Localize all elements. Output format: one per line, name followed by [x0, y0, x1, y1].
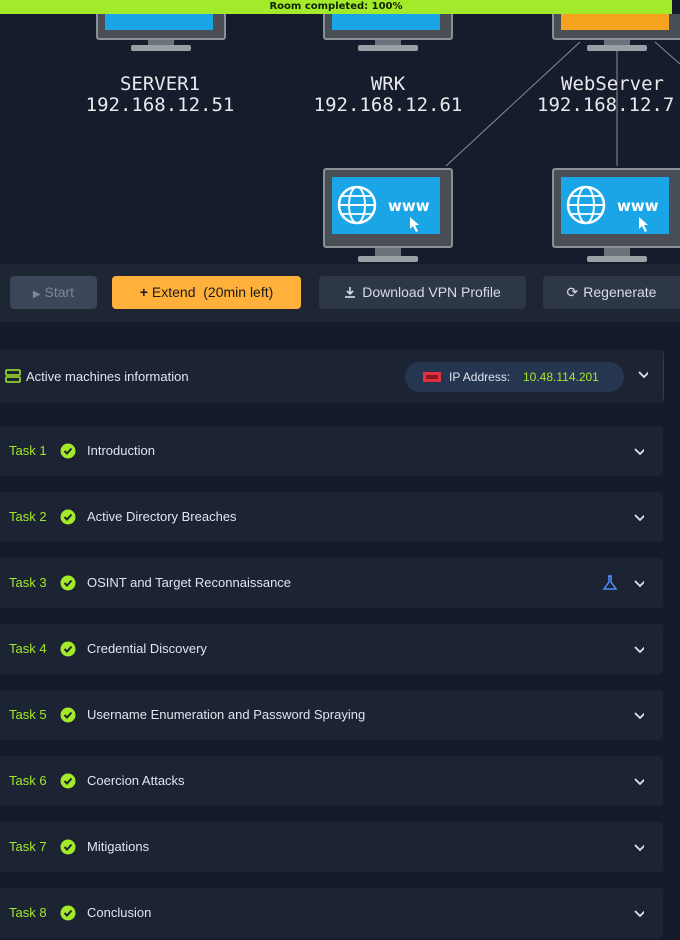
www-label: www	[617, 197, 659, 215]
task-row-2[interactable]: Task 2 Active Directory Breaches	[0, 492, 663, 542]
node-label-server1: SERVER1 192.168.12.51	[60, 74, 260, 116]
task-title: Active Directory Breaches	[87, 509, 237, 524]
task-title: Username Enumeration and Password Sprayi…	[87, 707, 366, 722]
check-circle-icon	[60, 707, 76, 723]
regen-label: Regenerate	[583, 284, 657, 300]
plus-icon: +	[139, 284, 148, 300]
room-completion-text: Room completed: 100%	[269, 1, 403, 12]
chevron-down-icon[interactable]	[634, 448, 644, 458]
node-label-webserver: WebServer 192.168.12.7	[537, 74, 680, 116]
check-circle-icon	[60, 443, 76, 459]
task-row-5[interactable]: Task 5 Username Enumeration and Password…	[0, 690, 663, 740]
active-machines-title: Active machines information	[26, 369, 189, 384]
start-button[interactable]: ▶ Start	[10, 276, 97, 309]
task-number: Task 5	[9, 707, 47, 722]
active-machines-card[interactable]: Active machines information IP Address: …	[0, 350, 664, 403]
wrk-monitor[interactable]	[323, 14, 453, 54]
ip-address-label: IP Address:	[449, 370, 511, 384]
task-row-4[interactable]: Task 4 Credential Discovery	[0, 624, 663, 674]
download-icon	[345, 287, 356, 298]
www-label: www	[388, 197, 430, 215]
regenerate-button[interactable]: ⟳ Regenerate	[543, 276, 680, 309]
room-completion-banner: Room completed: 100%	[0, 0, 672, 14]
check-circle-icon	[60, 773, 76, 789]
server1-monitor[interactable]	[96, 14, 226, 54]
extend-button[interactable]: + Extend (20min left)	[112, 276, 301, 309]
node-ip: 192.168.12.51	[85, 94, 235, 116]
flask-icon[interactable]	[602, 575, 618, 591]
webserver-monitor[interactable]	[552, 14, 680, 54]
download-vpn-button[interactable]: Download VPN Profile	[319, 276, 526, 309]
task-title: Coercion Attacks	[87, 773, 185, 788]
chevron-down-icon[interactable]	[634, 844, 644, 854]
node-ip: 192.168.12.61	[313, 94, 463, 116]
ip-address-badge[interactable]: IP Address: 10.48.114.201	[405, 362, 624, 392]
server-icon	[5, 369, 21, 383]
chevron-down-icon[interactable]	[634, 514, 644, 524]
node-name: SERVER1	[119, 73, 201, 95]
task-title: Mitigations	[87, 839, 150, 854]
check-circle-icon	[60, 575, 76, 591]
chevron-down-icon[interactable]	[634, 580, 644, 590]
task-title: Credential Discovery	[87, 641, 207, 656]
network-diagram: SERVER1 192.168.12.51 WRK 192.168.12.61 …	[0, 14, 680, 264]
play-icon: ▶	[32, 289, 41, 300]
ip-address-value: 10.48.114.201	[523, 370, 599, 384]
task-number: Task 8	[9, 905, 47, 920]
task-row-6[interactable]: Task 6 Coercion Attacks	[0, 756, 663, 806]
chevron-down-icon[interactable]	[634, 910, 644, 920]
check-circle-icon	[60, 509, 76, 525]
task-row-8[interactable]: Task 8 Conclusion	[0, 888, 663, 938]
task-number: Task 1	[9, 443, 47, 458]
check-circle-icon	[60, 641, 76, 657]
node-label-wrk: WRK 192.168.12.61	[288, 74, 488, 116]
network-card-icon	[423, 372, 441, 382]
extend-label: Extend (20min left)	[151, 284, 274, 300]
task-row-1[interactable]: Task 1 Introduction	[0, 426, 663, 476]
chevron-down-icon[interactable]	[634, 646, 644, 656]
task-title: Conclusion	[87, 905, 152, 920]
start-label: Start	[44, 284, 75, 300]
task-row-3[interactable]: Task 3 OSINT and Target Reconnaissance	[0, 558, 663, 608]
task-title: Introduction	[87, 443, 155, 458]
task-number: Task 4	[9, 641, 47, 656]
node-ip: 192.168.12.7	[537, 94, 675, 116]
vpn-label: Download VPN Profile	[362, 284, 501, 300]
task-number: Task 6	[9, 773, 47, 788]
task-number: Task 3	[9, 575, 47, 590]
task-number: Task 2	[9, 509, 47, 524]
chevron-down-icon[interactable]	[634, 778, 644, 788]
chevron-down-icon[interactable]	[638, 371, 648, 381]
task-title: OSINT and Target Reconnaissance	[87, 575, 292, 590]
node-name: WebServer	[561, 73, 664, 95]
check-circle-icon	[60, 839, 76, 855]
task-row-7[interactable]: Task 7 Mitigations	[0, 822, 663, 872]
refresh-icon: ⟳	[566, 284, 579, 300]
chevron-down-icon[interactable]	[634, 712, 644, 722]
scrollbar[interactable]	[676, 322, 680, 940]
task-number: Task 7	[9, 839, 47, 854]
task-panel: Active machines information IP Address: …	[0, 322, 680, 940]
web-node-monitor-2[interactable]: www	[552, 168, 680, 263]
machine-toolbar: ▶ Start + Extend (20min left) Download VP…	[0, 264, 680, 322]
check-circle-icon	[60, 905, 76, 921]
node-name: WRK	[370, 73, 406, 95]
web-node-monitor-1[interactable]: www	[323, 168, 453, 263]
